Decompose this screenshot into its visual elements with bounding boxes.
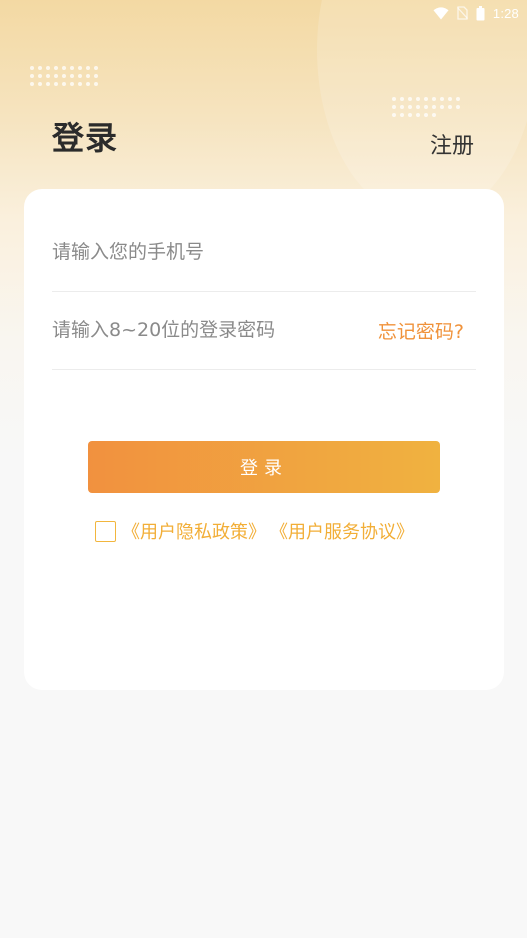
wifi-icon (433, 6, 449, 20)
dot-pattern-decoration (30, 66, 98, 86)
agreement-row: 《用户隐私政策》 《用户服务协议》 (95, 518, 414, 544)
login-screen: 1:28 登录 注册 忘记密码? 登录 《用户隐私政策》 《用户服务协议》 (0, 0, 527, 938)
login-card: 忘记密码? 登录 《用户隐私政策》 《用户服务协议》 (24, 189, 504, 690)
privacy-policy-link[interactable]: 《用户隐私政策》 (122, 518, 266, 544)
agreement-checkbox[interactable] (95, 520, 116, 542)
password-field-row: 忘记密码? (52, 291, 476, 370)
no-sim-icon (456, 6, 468, 20)
password-input[interactable] (52, 319, 352, 341)
phone-field-row (52, 213, 476, 292)
battery-icon (476, 5, 485, 21)
phone-input[interactable] (52, 241, 352, 263)
status-bar: 1:28 (433, 0, 527, 26)
status-time: 1:28 (492, 5, 519, 21)
register-link[interactable]: 注册 (430, 128, 474, 160)
dot-pattern-decoration (392, 97, 460, 117)
page-title: 登录 (52, 119, 119, 157)
service-agreement-link[interactable]: 《用户服务协议》 (270, 518, 414, 544)
login-button[interactable]: 登录 (88, 441, 440, 493)
forgot-password-link[interactable]: 忘记密码? (378, 317, 464, 344)
